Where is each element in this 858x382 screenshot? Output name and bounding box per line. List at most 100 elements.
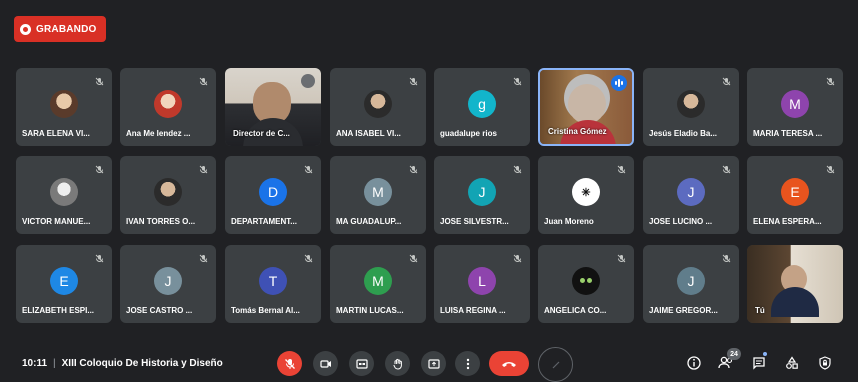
meet-window: GRABANDO SARA ELENA VI... Ana Me lendez .… — [0, 0, 858, 382]
mic-off-icon — [409, 251, 418, 263]
raise-hand-button[interactable] — [385, 351, 410, 376]
participant-tile[interactable]: M MA GUADALUP... — [330, 156, 426, 234]
participant-name: Cristina Gómez — [548, 127, 607, 136]
participant-tile[interactable]: J JOSE CASTRO ... — [120, 245, 216, 323]
participant-tile[interactable]: M MARIA TERESA ... — [747, 68, 843, 146]
participant-tile[interactable]: Tú — [747, 245, 843, 323]
mic-off-icon — [617, 251, 626, 263]
mic-off-icon — [513, 162, 522, 174]
participant-name: MARTIN LUCAS... — [336, 306, 404, 315]
participant-tile[interactable]: T Tomás Bernal Al... — [225, 245, 321, 323]
mic-off-icon — [826, 74, 835, 86]
host-controls-button[interactable] — [815, 353, 835, 373]
leave-call-button[interactable] — [489, 351, 529, 376]
mic-toggle-button[interactable] — [277, 351, 302, 376]
present-icon — [427, 358, 440, 369]
recording-label: GRABANDO — [36, 23, 97, 35]
mic-off-icon — [409, 162, 418, 174]
participant-name: DEPARTAMENT... — [231, 217, 297, 226]
participant-tile[interactable]: J JOSE SILVESTR... — [434, 156, 530, 234]
mic-off-icon — [284, 358, 295, 369]
participant-name: IVAN TORRES O... — [126, 217, 196, 226]
more-options-button[interactable] — [455, 351, 480, 376]
avatar-photo — [154, 90, 182, 118]
shapes-icon — [786, 356, 798, 369]
captions-button[interactable] — [349, 351, 374, 376]
participant-name: LUISA REGINA ... — [440, 306, 506, 315]
participant-name: JAIME GREGOR... — [649, 306, 718, 315]
clock-time: 10:11 — [22, 358, 48, 369]
participant-name: Ana Me lendez ... — [126, 129, 191, 138]
hang-up-icon — [502, 361, 516, 367]
participant-tile[interactable]: ✳ Juan Moreno — [538, 156, 634, 234]
avatar-letter: T — [259, 267, 287, 295]
captions-icon — [355, 358, 368, 369]
participant-tile[interactable]: J JOSE LUCINO ... — [643, 156, 739, 234]
participant-tile[interactable]: Ana Me lendez ... — [120, 68, 216, 146]
participant-name: guadalupe rios — [440, 129, 497, 138]
avatar-photo — [50, 90, 78, 118]
participant-name: SARA ELENA VI... — [22, 129, 90, 138]
mic-off-icon — [513, 74, 522, 86]
info-icon — [687, 356, 701, 370]
participant-name: JOSE LUCINO ... — [649, 217, 713, 226]
mic-off-icon — [513, 251, 522, 263]
participant-name: JOSE SILVESTR... — [440, 217, 509, 226]
participant-name: ELENA ESPERA... — [753, 217, 822, 226]
avatar-letter: D — [259, 178, 287, 206]
mic-off-icon — [95, 251, 104, 263]
participant-tile[interactable]: ANGELICA CO... — [538, 245, 634, 323]
tile-options-icon[interactable] — [301, 74, 315, 88]
participant-tile[interactable]: J JAIME GREGOR... — [643, 245, 739, 323]
avatar-letter: J — [468, 178, 496, 206]
avatar-letter: M — [364, 267, 392, 295]
participant-tile[interactable]: IVAN TORRES O... — [120, 156, 216, 234]
present-screen-button[interactable] — [421, 351, 446, 376]
participant-name: MA GUADALUP... — [336, 217, 402, 226]
participant-name: Director de C... — [233, 129, 290, 138]
mic-off-icon — [409, 74, 418, 86]
activities-button[interactable] — [782, 353, 802, 373]
mic-off-icon — [722, 251, 731, 263]
participant-tile[interactable]: M MARTIN LUCAS... — [330, 245, 426, 323]
avatar-cat-icon — [572, 267, 600, 295]
record-icon — [20, 23, 31, 35]
participant-name: MARIA TERESA ... — [753, 129, 823, 138]
avatar-letter: E — [50, 267, 78, 295]
participant-tile[interactable]: D DEPARTAMENT... — [225, 156, 321, 234]
meeting-details-button[interactable] — [684, 353, 704, 373]
participant-name: Jesús Eladio Ba... — [649, 129, 718, 138]
mic-off-icon — [304, 162, 313, 174]
participant-tile[interactable]: Cristina Gómez — [538, 68, 634, 146]
mic-off-icon — [826, 162, 835, 174]
participant-tile[interactable]: L LUISA REGINA ... — [434, 245, 530, 323]
meeting-info: 10:11 | XIII Coloquio De Historia y Diseño — [22, 358, 223, 369]
participant-tile[interactable]: VICTOR MANUE... — [16, 156, 112, 234]
mic-off-icon — [95, 74, 104, 86]
mic-off-icon — [199, 251, 208, 263]
avatar-letter: g — [468, 90, 496, 118]
avatar-photo — [364, 90, 392, 118]
participant-tile[interactable]: Director de C... — [225, 68, 321, 146]
mic-off-icon — [199, 74, 208, 86]
more-vert-icon — [466, 358, 469, 369]
avatar-letter: M — [364, 178, 392, 206]
participant-tile[interactable]: E ELIZABETH ESPI... — [16, 245, 112, 323]
participant-name: VICTOR MANUE... — [22, 217, 91, 226]
avatar-letter: E — [781, 178, 809, 206]
chat-icon — [753, 357, 765, 370]
camera-toggle-button[interactable] — [313, 351, 338, 376]
participants-count-badge: 24 — [727, 348, 741, 360]
bottom-bar: 10:11 | XIII Coloquio De Historia y Diseño — [0, 347, 858, 382]
participant-tile[interactable]: Jesús Eladio Ba... — [643, 68, 739, 146]
participant-tile[interactable]: E ELENA ESPERA... — [747, 156, 843, 234]
participant-name: Tú — [755, 306, 765, 315]
chat-button[interactable] — [749, 353, 769, 373]
mic-off-icon — [617, 162, 626, 174]
participant-tile[interactable]: g guadalupe rios — [434, 68, 530, 146]
avatar-photo — [677, 90, 705, 118]
participant-tile[interactable]: SARA ELENA VI... — [16, 68, 112, 146]
participant-tile[interactable]: ANA ISABEL VI... — [330, 68, 426, 146]
avatar-letter: M — [781, 90, 809, 118]
companion-button[interactable] — [538, 347, 573, 382]
